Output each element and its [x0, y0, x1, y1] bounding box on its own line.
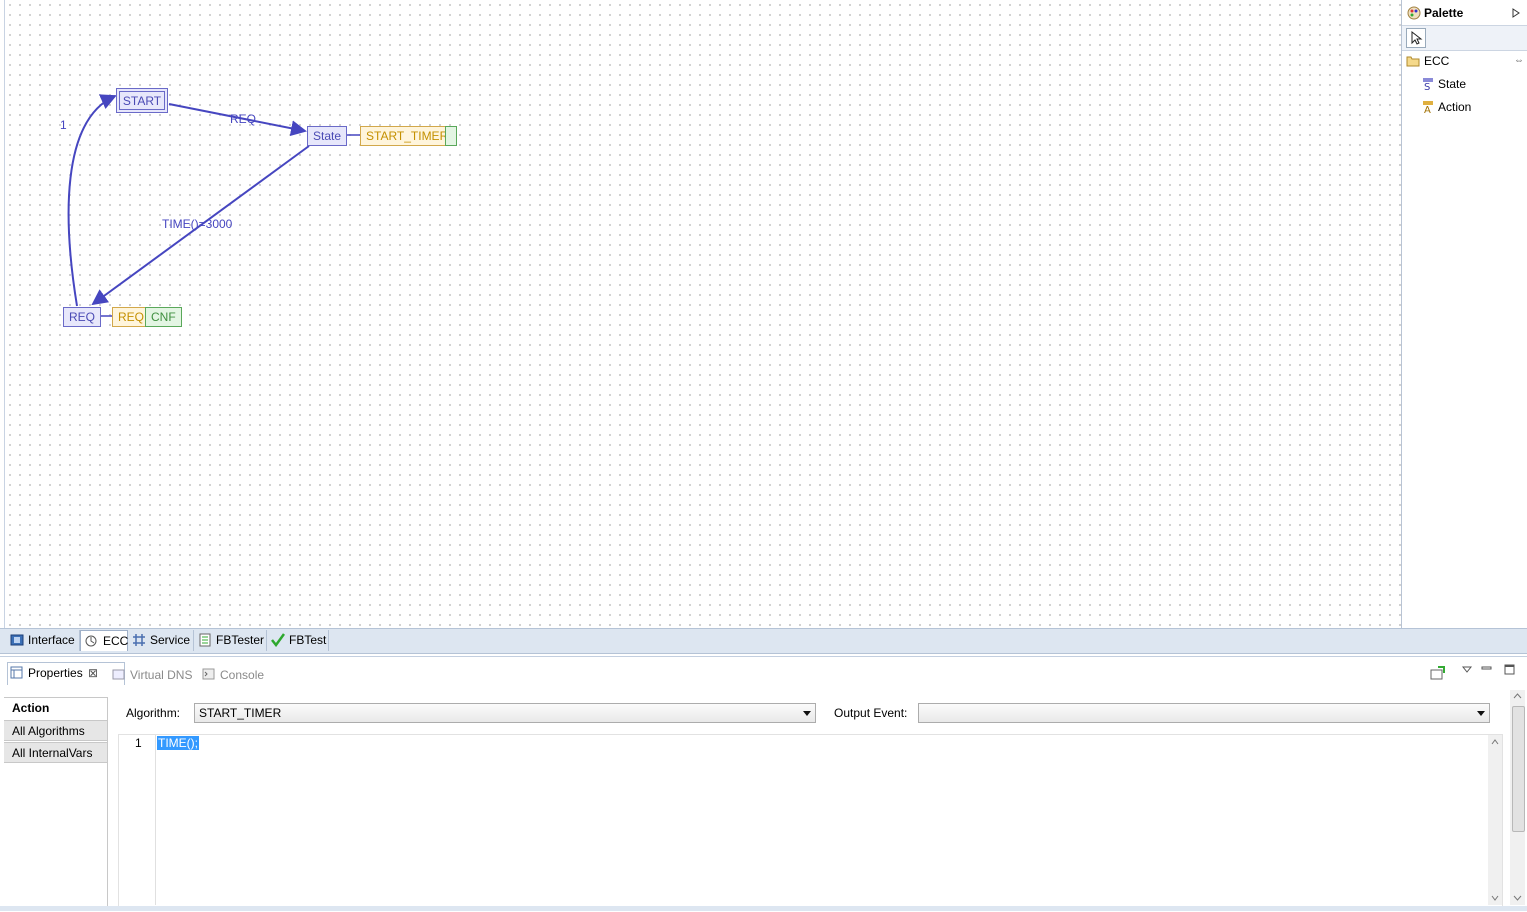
algorithm-select[interactable]: START_TIMER	[194, 703, 816, 723]
chevron-down-icon	[1477, 711, 1485, 716]
scroll-up-icon[interactable]	[1491, 739, 1499, 745]
ecc-editor-canvas[interactable]: REQ TIME()=3000 1 START State START_TIME…	[4, 0, 1401, 628]
state-tool-icon: S	[1423, 78, 1433, 91]
folder-open-icon	[1406, 56, 1420, 67]
virtual-dns-icon	[112, 669, 125, 680]
palette-panel: Palette ECC ⇔ S State A Action	[1401, 0, 1527, 628]
svg-text:S: S	[1424, 82, 1430, 91]
tab-fbtester[interactable]: FBTester	[194, 630, 267, 651]
palette-header[interactable]: Palette	[1402, 3, 1527, 23]
palette-item-state[interactable]: S State	[1402, 74, 1527, 94]
state-start-label: START	[119, 91, 165, 110]
tab-fbtest[interactable]: FBTest	[267, 630, 329, 651]
view-menu-icon[interactable]	[1461, 665, 1473, 675]
state-req[interactable]: REQ	[63, 307, 102, 327]
algorithm-code-editor[interactable]: 1 TIME();	[118, 734, 1503, 908]
palette-icon	[1407, 6, 1421, 20]
ecc-icon	[85, 635, 97, 647]
checkmark-icon	[271, 633, 285, 647]
pointer-icon	[1411, 30, 1423, 45]
action-start-timer-event[interactable]	[445, 126, 457, 146]
service-icon	[133, 634, 145, 646]
palette-group-ecc[interactable]: ECC ⇔	[1402, 51, 1527, 71]
state-state[interactable]: State	[307, 126, 348, 146]
state-start[interactable]: START	[116, 88, 168, 113]
transition-label-priority[interactable]: 1	[60, 118, 67, 132]
console-icon	[202, 668, 215, 680]
tab-interface[interactable]: Interface	[6, 630, 80, 651]
line-number: 1	[135, 736, 142, 750]
transition-arrows	[67, 94, 360, 317]
close-icon[interactable]: ⊠	[88, 663, 98, 683]
palette-item-label: State	[1438, 77, 1467, 91]
side-tab-all-internalvars[interactable]: All InternalVars	[4, 742, 107, 763]
pin-view-icon[interactable]	[1430, 665, 1446, 681]
transition-label-req[interactable]: REQ	[230, 112, 256, 126]
action-req-event[interactable]: CNF	[145, 307, 182, 327]
selection-tool[interactable]	[1406, 28, 1426, 48]
tab-properties[interactable]: Properties ⊠	[7, 662, 125, 685]
maximize-icon[interactable]	[1504, 664, 1516, 676]
properties-icon	[10, 666, 23, 679]
palette-title: Palette	[1424, 6, 1464, 20]
code-scrollbar[interactable]	[1488, 735, 1502, 905]
fbtester-icon	[199, 633, 211, 647]
properties-side-tabs: Action All Algorithms All InternalVars	[4, 697, 108, 906]
transition-req-to-start	[67, 94, 117, 307]
views-tab-bar: Properties ⊠ Virtual DNS Console	[0, 656, 1527, 688]
scroll-up-icon[interactable]	[1513, 693, 1522, 699]
palette-group-label: ECC	[1424, 54, 1450, 68]
scroll-down-icon[interactable]	[1513, 895, 1522, 901]
palette-tools-row	[1402, 25, 1527, 51]
editor-tabs: Interface ECC Service FBTester FBTest	[0, 628, 1527, 654]
palette-item-label: Action	[1438, 100, 1472, 114]
palette-item-action[interactable]: A Action	[1402, 97, 1527, 117]
algorithm-label: Algorithm:	[126, 706, 181, 720]
minimize-icon[interactable]	[1481, 664, 1493, 674]
tab-console[interactable]: Console	[200, 665, 264, 685]
transition-label-condition[interactable]: TIME()=3000	[162, 217, 232, 231]
code-line[interactable]: TIME();	[157, 736, 199, 750]
side-tab-action[interactable]: Action	[4, 698, 107, 719]
tab-ecc[interactable]: ECC	[80, 630, 128, 651]
output-event-label: Output Event:	[834, 706, 908, 720]
interface-icon	[10, 634, 24, 646]
status-strip	[0, 906, 1527, 911]
chevron-down-icon	[803, 711, 811, 716]
properties-scrollbar[interactable]	[1510, 690, 1525, 905]
tab-service[interactable]: Service	[128, 630, 194, 651]
scroll-down-icon[interactable]	[1491, 895, 1499, 901]
action-start-timer-algorithm[interactable]: START_TIMER	[360, 126, 448, 146]
side-tab-all-algorithms[interactable]: All Algorithms	[4, 720, 107, 741]
line-number-gutter: 1	[119, 735, 156, 905]
svg-text:A: A	[1424, 105, 1431, 114]
algorithm-select-value: START_TIMER	[199, 706, 282, 720]
palette-collapse-icon[interactable]	[1512, 8, 1520, 18]
output-event-select[interactable]	[918, 703, 1490, 723]
scrollbar-thumb[interactable]	[1512, 706, 1525, 832]
action-tool-icon: A	[1423, 101, 1433, 114]
tab-virtual-dns[interactable]: Virtual DNS	[110, 665, 192, 685]
expand-icon[interactable]: ⇔	[1514, 51, 1524, 71]
